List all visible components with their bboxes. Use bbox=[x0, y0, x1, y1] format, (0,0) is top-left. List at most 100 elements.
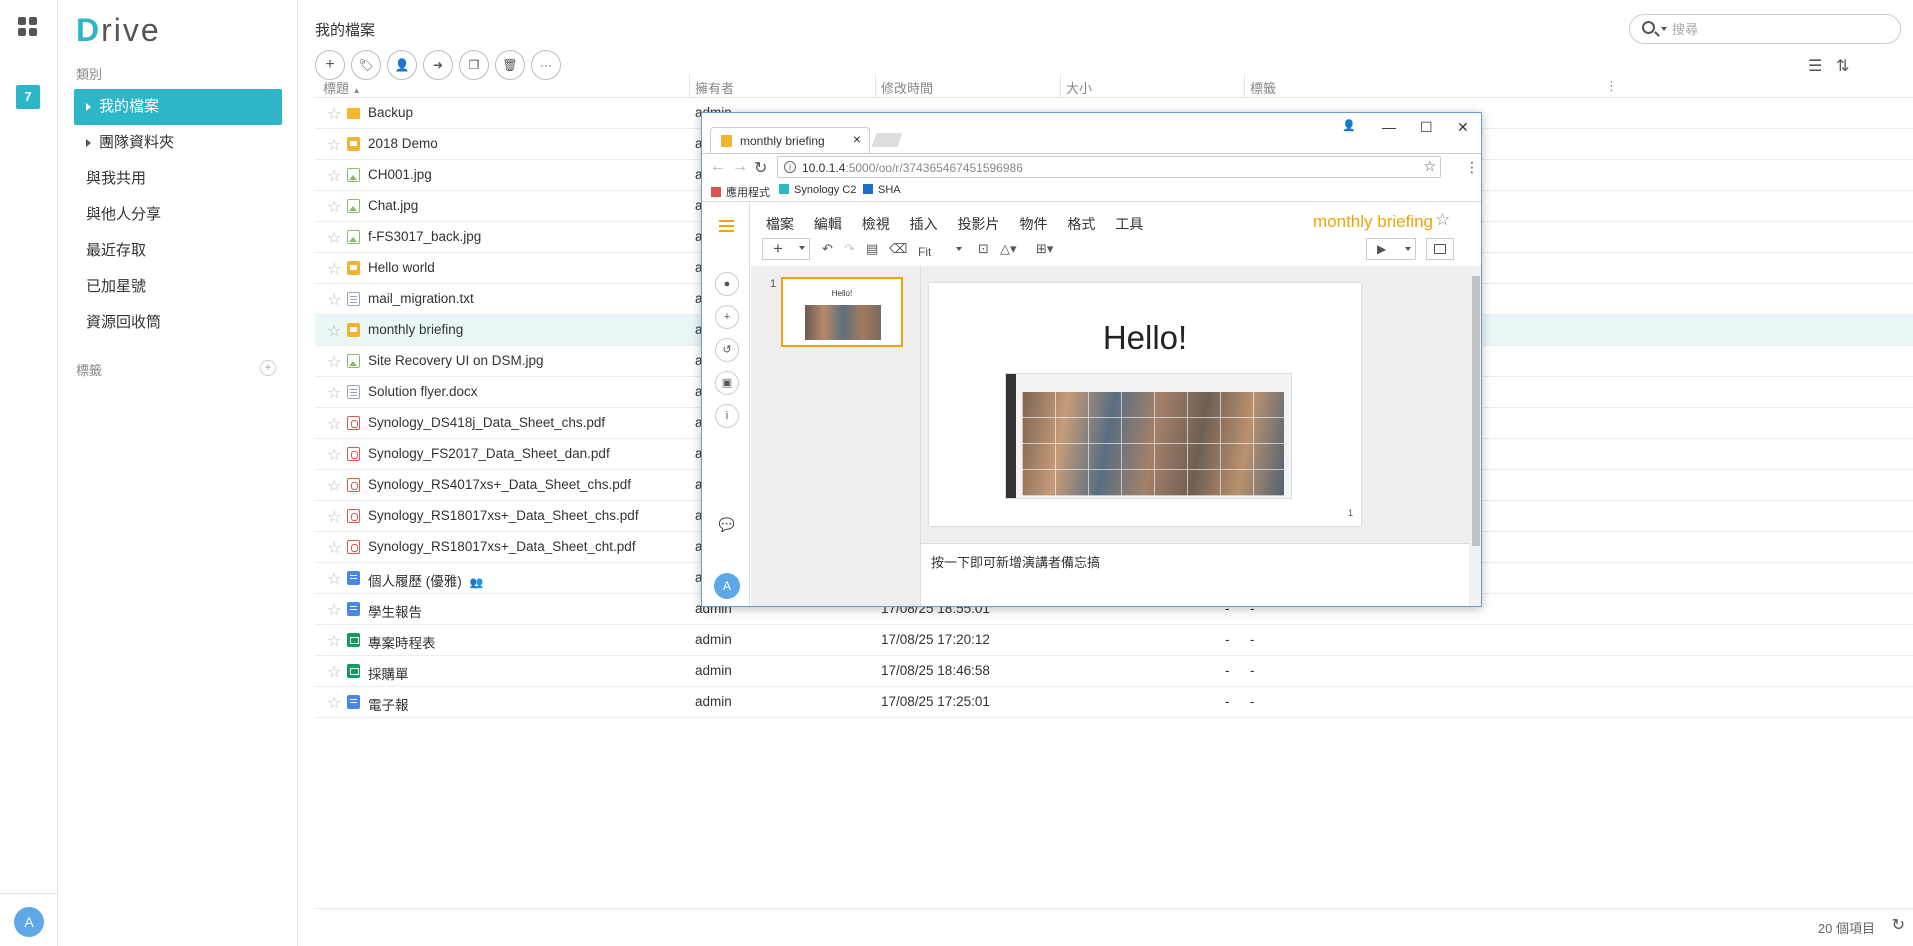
user-avatar[interactable]: A bbox=[14, 907, 44, 937]
file-name[interactable]: CH001.jpg bbox=[368, 167, 432, 182]
sort-icon[interactable]: ⇅ bbox=[1836, 56, 1849, 76]
back-icon[interactable]: ← bbox=[710, 158, 726, 176]
hamburger-menu-icon[interactable] bbox=[719, 220, 734, 232]
file-name[interactable]: Solution flyer.docx bbox=[368, 384, 478, 399]
bookmark-star-icon[interactable]: ☆ bbox=[1423, 158, 1436, 175]
slide-thumbnail[interactable]: Hello! bbox=[781, 277, 903, 347]
column-modified[interactable]: 修改時間 bbox=[881, 78, 933, 97]
column-divider[interactable] bbox=[1244, 74, 1245, 98]
shape-icon[interactable]: △▾ bbox=[1000, 241, 1017, 257]
menu-object[interactable]: 物件 bbox=[1019, 216, 1047, 232]
star-icon[interactable]: ☆ bbox=[327, 693, 341, 713]
file-name[interactable]: 學生報告 bbox=[368, 601, 422, 621]
table-row[interactable]: ☆ 採購單 admin 17/08/25 18:46:58 - - bbox=[315, 656, 1913, 687]
table-icon[interactable]: ⊞▾ bbox=[1036, 241, 1053, 257]
chevron-down-icon[interactable] bbox=[1661, 27, 1667, 31]
slide-photo[interactable] bbox=[1005, 373, 1292, 499]
file-name[interactable]: 2018 Demo bbox=[368, 136, 438, 151]
file-name[interactable]: 個人履歷 (優雅) 👥 bbox=[368, 570, 483, 590]
file-name[interactable]: Synology_FS2017_Data_Sheet_dan.pdf bbox=[368, 446, 610, 461]
star-icon[interactable]: ☆ bbox=[327, 259, 341, 279]
star-icon[interactable]: ☆ bbox=[327, 476, 341, 496]
sidebar-item-shared-with-me[interactable]: 與我共用 bbox=[74, 161, 282, 197]
slide-canvas[interactable]: Hello! 1 bbox=[929, 283, 1361, 526]
column-title[interactable]: 標題 ▲ bbox=[323, 78, 361, 97]
file-name[interactable]: f-FS3017_back.jpg bbox=[368, 229, 481, 244]
search-icon[interactable] bbox=[1642, 21, 1655, 34]
file-name[interactable]: Chat.jpg bbox=[368, 198, 418, 213]
column-options-icon[interactable]: ⋮ bbox=[1605, 78, 1618, 94]
star-icon[interactable]: ☆ bbox=[327, 600, 341, 620]
minimize-icon[interactable]: — bbox=[1382, 119, 1396, 135]
menu-insert[interactable]: 插入 bbox=[910, 216, 938, 232]
reload-icon[interactable]: ↻ bbox=[754, 158, 767, 178]
tag-icon[interactable]: ● bbox=[715, 272, 739, 296]
file-name[interactable]: 專案時程表 bbox=[368, 632, 436, 652]
star-icon[interactable]: ☆ bbox=[327, 662, 341, 682]
sidebar-item-recent[interactable]: 最近存取 bbox=[74, 233, 282, 269]
file-name[interactable]: Site Recovery UI on DSM.jpg bbox=[368, 353, 544, 368]
profile-icon[interactable]: 👤 bbox=[1342, 119, 1356, 132]
forward-icon[interactable]: → bbox=[732, 158, 748, 176]
vertical-scrollbar[interactable] bbox=[1471, 266, 1481, 606]
star-icon[interactable]: ☆ bbox=[327, 383, 341, 403]
close-window-icon[interactable]: ✕ bbox=[1457, 119, 1469, 136]
file-name[interactable]: Synology_RS18017xs+_Data_Sheet_chs.pdf bbox=[368, 508, 639, 523]
column-size[interactable]: 大小 bbox=[1066, 78, 1092, 97]
file-name[interactable]: Hello world bbox=[368, 260, 435, 275]
file-name[interactable]: mail_migration.txt bbox=[368, 291, 474, 306]
star-icon[interactable]: ☆ bbox=[327, 228, 341, 248]
star-icon[interactable]: ☆ bbox=[327, 352, 341, 372]
table-row[interactable]: ☆ 電子報 admin 17/08/25 17:25:01 - - bbox=[315, 687, 1913, 718]
expand-icon[interactable] bbox=[86, 103, 91, 112]
undo-icon[interactable]: ↶ bbox=[822, 241, 833, 257]
sidebar-item-my-files[interactable]: 我的檔案 bbox=[74, 89, 282, 125]
column-tags[interactable]: 標籤 bbox=[1250, 78, 1276, 97]
file-name[interactable]: 電子報 bbox=[368, 694, 409, 714]
eraser-icon[interactable]: ⌫ bbox=[889, 241, 907, 257]
list-view-icon[interactable]: ☰ bbox=[1808, 56, 1822, 76]
apps-grid-icon[interactable] bbox=[18, 17, 38, 37]
menu-tools[interactable]: 工具 bbox=[1115, 216, 1143, 232]
star-icon[interactable]: ☆ bbox=[327, 445, 341, 465]
star-icon[interactable]: ☆ bbox=[327, 104, 341, 124]
calendar-icon[interactable]: 7 bbox=[16, 85, 40, 109]
bookmark-apps[interactable]: 應用程式 bbox=[711, 184, 770, 200]
menu-format[interactable]: 格式 bbox=[1067, 216, 1095, 232]
table-row[interactable]: ☆ 專案時程表 admin 17/08/25 17:20:12 - - bbox=[315, 625, 1913, 656]
star-icon[interactable]: ☆ bbox=[327, 414, 341, 434]
panel-toggle-button[interactable] bbox=[1426, 238, 1454, 260]
lock-icon[interactable]: ▣ bbox=[715, 371, 739, 395]
info-icon[interactable]: i bbox=[784, 161, 796, 173]
new-tab-button[interactable] bbox=[871, 133, 903, 147]
column-divider[interactable] bbox=[1060, 74, 1061, 98]
star-icon[interactable]: ☆ bbox=[327, 135, 341, 155]
refresh-icon[interactable]: ↻ bbox=[1892, 915, 1905, 935]
maximize-icon[interactable]: ☐ bbox=[1420, 119, 1433, 136]
favorite-star-icon[interactable]: ☆ bbox=[1435, 210, 1450, 230]
add-tag-button[interactable]: + bbox=[260, 360, 276, 376]
file-name[interactable]: Synology_DS418j_Data_Sheet_chs.pdf bbox=[368, 415, 605, 430]
sidebar-item-starred[interactable]: 已加星號 bbox=[74, 269, 282, 305]
column-divider[interactable] bbox=[689, 74, 690, 98]
sidebar-item-team-folders[interactable]: 團隊資料夾 bbox=[74, 125, 282, 161]
redo-icon[interactable]: ↷ bbox=[844, 241, 855, 257]
sidebar-item-shared-with-others[interactable]: 與他人分享 bbox=[74, 197, 282, 233]
bookmark-synology-c2[interactable]: Synology C2 bbox=[779, 184, 856, 196]
star-icon[interactable]: ☆ bbox=[327, 166, 341, 186]
menu-file[interactable]: 檔案 bbox=[766, 216, 794, 232]
search-box[interactable] bbox=[1629, 14, 1901, 44]
chat-icon[interactable]: 💬 bbox=[715, 514, 739, 538]
file-name[interactable]: Backup bbox=[368, 105, 413, 120]
slide-title[interactable]: Hello! bbox=[929, 319, 1361, 357]
star-icon[interactable]: ☆ bbox=[327, 290, 341, 310]
url-input[interactable]: i 10.0.1.4:5000/oo/r/374365467451596986 … bbox=[777, 156, 1441, 178]
office-user-avatar[interactable]: A bbox=[714, 573, 740, 599]
sidebar-item-recycle-bin[interactable]: 資源回收筒 bbox=[74, 305, 282, 341]
search-input[interactable] bbox=[1672, 20, 1892, 38]
present-button[interactable]: ▶ bbox=[1366, 238, 1416, 260]
insert-slide-button[interactable]: + bbox=[762, 238, 810, 260]
menu-slide[interactable]: 投影片 bbox=[958, 216, 1000, 232]
star-icon[interactable]: ☆ bbox=[327, 631, 341, 651]
textbox-icon[interactable]: ⊡ bbox=[978, 241, 989, 257]
